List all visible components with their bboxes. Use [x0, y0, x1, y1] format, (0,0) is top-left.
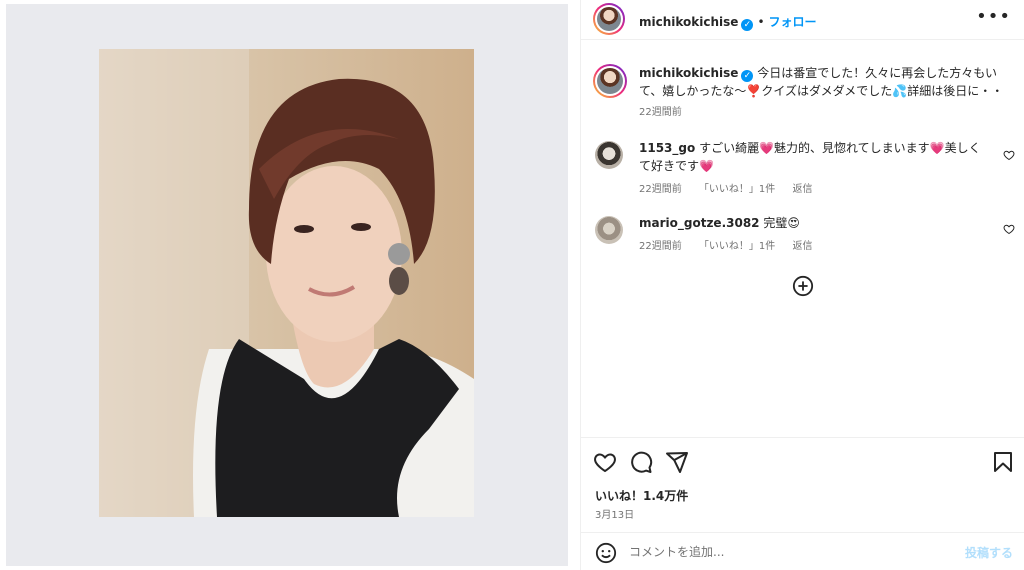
bookmark-icon[interactable]	[991, 450, 1015, 474]
comment-like-heart-icon[interactable]	[1003, 223, 1015, 235]
comment-meta: 22週間前 「いいね！」1件 返信	[639, 238, 989, 256]
header-username[interactable]: michikokichise	[639, 15, 738, 29]
follow-button[interactable]: フォロー	[769, 15, 817, 29]
post-header: michikokichise ✓ • フォロー •••	[581, 0, 1024, 40]
comment-composer: 投稿する	[581, 532, 1024, 570]
post-date[interactable]: 3月13日	[595, 506, 634, 521]
caption-avatar[interactable]	[593, 64, 627, 98]
caption-time[interactable]: 22週間前	[639, 107, 682, 118]
comment-meta: 22週間前 「いいね！」1件 返信	[639, 181, 989, 199]
comment-avatar[interactable]	[595, 141, 623, 169]
instagram-post-view: michikokichise ✓ • フォロー ••• michikokichise ✓…	[0, 0, 1024, 570]
comment-avatar[interactable]	[595, 216, 623, 244]
comment-likes-link[interactable]: 「いいね！」1件	[699, 184, 775, 195]
comment-text-block: 1153_go すごい綺麗💗魅力的、見惚れてしまいます💗美しくて好きです💗 22…	[639, 139, 989, 199]
share-icon[interactable]	[665, 450, 689, 474]
comment-time[interactable]: 22週間前	[639, 241, 682, 252]
reply-button[interactable]: 返信	[792, 184, 812, 195]
emoji-icon[interactable]	[595, 542, 617, 564]
comment-input[interactable]	[629, 541, 949, 563]
header-user-line: michikokichise ✓ • フォロー	[639, 11, 817, 31]
caption-text-block: michikokichise ✓ 今日は番宣でした！久々に再会した方々もいて、嬉し…	[639, 64, 1017, 122]
likes-count[interactable]: いいね！1.4万件	[595, 487, 688, 504]
comment-time[interactable]: 22週間前	[639, 184, 682, 195]
heart-icon[interactable]	[593, 450, 617, 474]
caption-meta: 22週間前	[639, 104, 1017, 122]
reply-button[interactable]: 返信	[792, 241, 812, 252]
comment-likes-link[interactable]: 「いいね！」1件	[699, 241, 775, 252]
verified-badge-icon: ✓	[741, 70, 754, 82]
comment-username[interactable]: 1153_go	[639, 141, 695, 155]
post-side-panel: michikokichise ✓ • フォロー ••• michikokichise ✓…	[580, 0, 1024, 570]
verified-badge-icon: ✓	[741, 19, 754, 31]
plus-circle-icon[interactable]	[792, 275, 814, 297]
post-comment-button[interactable]: 投稿する	[965, 544, 1013, 561]
comment-icon[interactable]	[629, 450, 653, 474]
post-photo[interactable]	[99, 49, 474, 517]
comment-like-heart-icon[interactable]	[1003, 149, 1015, 161]
separator-dot: •	[757, 15, 765, 29]
comment-text-block: mario_gotze.3082 完璧😍 22週間前 「いいね！」1件 返信	[639, 214, 989, 256]
comment-text: 完璧😍	[763, 216, 800, 230]
header-avatar[interactable]	[593, 3, 625, 35]
media-pane	[6, 4, 568, 566]
comment-username[interactable]: mario_gotze.3082	[639, 216, 760, 230]
caption-username[interactable]: michikokichise	[639, 66, 738, 80]
action-section: いいね！1.4万件 3月13日 投稿する	[581, 437, 1024, 570]
more-options-icon[interactable]: •••	[976, 8, 1011, 26]
